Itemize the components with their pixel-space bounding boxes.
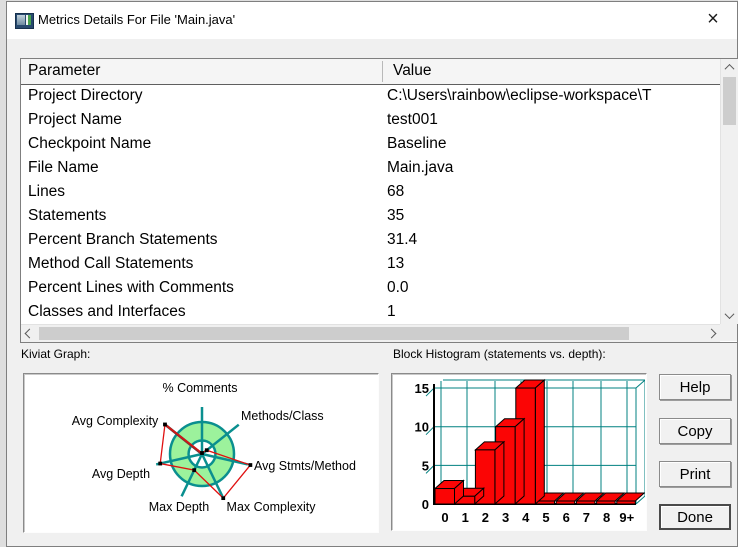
scroll-left-button[interactable] bbox=[21, 325, 38, 342]
scroll-down-button[interactable] bbox=[721, 307, 738, 324]
table-row[interactable]: Percent Branch Statements 31.4 bbox=[21, 229, 720, 253]
table-row[interactable]: Project Directory C:\Users\rainbow\eclip… bbox=[21, 85, 720, 109]
row-value: C:\Users\rainbow\eclipse-workspace\T bbox=[387, 87, 652, 104]
table-body: Project Directory C:\Users\rainbow\eclip… bbox=[21, 85, 720, 324]
chevron-left-icon bbox=[24, 328, 35, 339]
svg-text:15: 15 bbox=[415, 381, 429, 396]
svg-text:0: 0 bbox=[441, 510, 448, 525]
row-value: Main.java bbox=[387, 159, 454, 176]
copy-button[interactable]: Copy bbox=[659, 418, 731, 444]
help-button[interactable]: Help bbox=[659, 374, 731, 400]
kiviat-graph-panel: % Comments Methods/Class Avg Stmts/Method M… bbox=[23, 373, 379, 533]
close-icon: × bbox=[707, 8, 719, 30]
svg-text:% Comments: % Comments bbox=[162, 381, 237, 395]
svg-text:Avg Depth: Avg Depth bbox=[92, 467, 150, 481]
table-row[interactable]: Method Call Statements 13 bbox=[21, 253, 720, 277]
close-button[interactable]: × bbox=[692, 2, 734, 38]
row-value: 1 bbox=[387, 303, 396, 320]
chevron-down-icon bbox=[724, 309, 735, 320]
row-parameter: Method Call Statements bbox=[28, 255, 194, 272]
svg-text:Methods/Class: Methods/Class bbox=[241, 409, 324, 423]
row-value: test001 bbox=[387, 111, 438, 128]
metrics-details-dialog: Metrics Details For File 'Main.java' × P… bbox=[6, 1, 738, 547]
row-value: 68 bbox=[387, 183, 405, 200]
histogram-section-label: Block Histogram (statements vs. depth): bbox=[393, 347, 606, 361]
row-parameter: Percent Branch Statements bbox=[28, 231, 218, 248]
row-parameter: Statements bbox=[28, 207, 107, 224]
table-header: Parameter Value bbox=[21, 59, 720, 85]
table-row[interactable]: Percent Lines with Comments 0.0 bbox=[21, 277, 720, 301]
svg-text:5: 5 bbox=[422, 458, 429, 473]
table-row[interactable]: Project Name test001 bbox=[21, 109, 720, 133]
table-row[interactable]: Statements 35 bbox=[21, 205, 720, 229]
svg-text:3: 3 bbox=[502, 510, 509, 525]
svg-text:1: 1 bbox=[462, 510, 469, 525]
vertical-scroll-thumb[interactable] bbox=[723, 77, 736, 125]
svg-text:8: 8 bbox=[603, 510, 610, 525]
row-value: Baseline bbox=[387, 135, 447, 152]
chevron-up-icon bbox=[724, 63, 735, 74]
svg-text:5: 5 bbox=[542, 510, 549, 525]
scroll-up-button[interactable] bbox=[721, 59, 738, 76]
block-histogram-panel: 0 5 10 15 0 1 2 3 4 5 6 7 8 9+ bbox=[391, 373, 647, 531]
kiviat-graph: % Comments Methods/Class Avg Stmts/Method M… bbox=[72, 381, 356, 514]
column-header-parameter[interactable]: Parameter bbox=[28, 62, 100, 80]
horizontal-scroll-thumb[interactable] bbox=[39, 327, 629, 340]
row-parameter: Checkpoint Name bbox=[28, 135, 152, 152]
svg-text:Avg Stmts/Method: Avg Stmts/Method bbox=[254, 459, 356, 473]
chevron-right-icon bbox=[706, 328, 717, 339]
row-parameter: Percent Lines with Comments bbox=[28, 279, 234, 296]
block-histogram: 0510150 1 2 3 4 5 6 7 8 9+ bbox=[415, 378, 645, 525]
row-value: 0.0 bbox=[387, 279, 409, 296]
kiviat-section-label: Kiviat Graph: bbox=[21, 347, 91, 361]
row-parameter: File Name bbox=[28, 159, 99, 176]
column-header-value[interactable]: Value bbox=[393, 62, 432, 80]
scrollbar-corner bbox=[720, 324, 737, 341]
svg-text:0: 0 bbox=[422, 497, 429, 512]
svg-text:4: 4 bbox=[522, 510, 530, 525]
svg-text:10: 10 bbox=[415, 420, 429, 435]
print-button[interactable]: Print bbox=[659, 461, 731, 487]
row-value: 31.4 bbox=[387, 231, 418, 248]
title-bar: Metrics Details For File 'Main.java' × bbox=[7, 2, 737, 39]
svg-text:9+: 9+ bbox=[619, 510, 634, 525]
app-icon bbox=[15, 13, 34, 29]
window-title: Metrics Details For File 'Main.java' bbox=[38, 12, 236, 27]
done-button[interactable]: Done bbox=[659, 504, 731, 530]
svg-text:2: 2 bbox=[482, 510, 489, 525]
table-row[interactable]: Lines 68 bbox=[21, 181, 720, 205]
scroll-right-button[interactable] bbox=[703, 325, 720, 342]
screen: Metrics Details For File 'Main.java' × P… bbox=[0, 0, 738, 547]
horizontal-scrollbar[interactable] bbox=[21, 324, 720, 342]
row-parameter: Classes and Interfaces bbox=[28, 303, 186, 320]
table-row[interactable]: Checkpoint Name Baseline bbox=[21, 133, 720, 157]
row-value: 13 bbox=[387, 255, 405, 272]
row-parameter: Lines bbox=[28, 183, 66, 200]
svg-text:Max Complexity: Max Complexity bbox=[227, 500, 317, 514]
svg-text:6: 6 bbox=[563, 510, 570, 525]
vertical-scrollbar[interactable] bbox=[720, 59, 738, 324]
metrics-table: Parameter Value Project Directory C:\Use… bbox=[20, 58, 738, 343]
row-parameter: Project Directory bbox=[28, 87, 143, 104]
table-row[interactable]: File Name Main.java bbox=[21, 157, 720, 181]
svg-text:Avg Complexity: Avg Complexity bbox=[72, 414, 159, 428]
column-divider[interactable] bbox=[382, 61, 383, 82]
table-row[interactable]: Classes and Interfaces 1 bbox=[21, 301, 720, 324]
svg-text:Max Depth: Max Depth bbox=[149, 500, 209, 514]
svg-text:7: 7 bbox=[583, 510, 590, 525]
row-parameter: Project Name bbox=[28, 111, 122, 128]
row-value: 35 bbox=[387, 207, 405, 224]
